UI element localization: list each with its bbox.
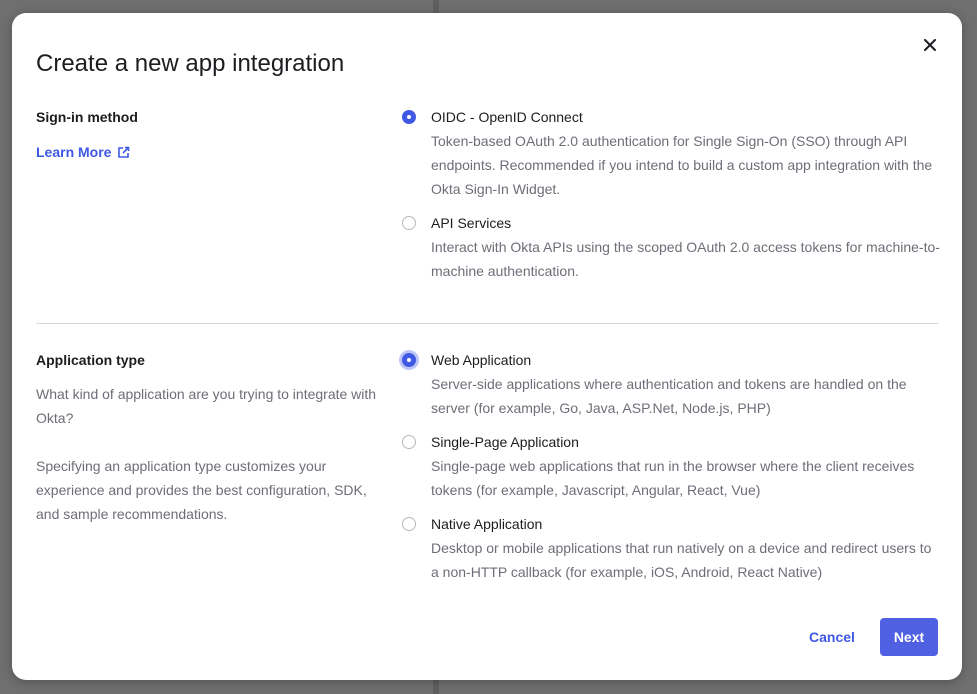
option-description-single-page-application: Single-page web applications that run in… — [431, 458, 915, 498]
close-button[interactable] — [918, 33, 942, 57]
option-description-web-application: Server-side applications where authentic… — [431, 376, 907, 416]
option-description-native-application: Desktop or mobile applications that run … — [431, 540, 932, 580]
sign-in-method-label: Sign-in method — [36, 109, 138, 125]
option-title-native-application: Native Application — [431, 516, 543, 532]
cancel-button[interactable]: Cancel — [797, 618, 867, 656]
learn-more-label: Learn More — [36, 144, 112, 160]
option-title-api-services: API Services — [431, 215, 512, 231]
option-title-web-application: Web Application — [431, 352, 532, 368]
radio-button-api-services[interactable] — [402, 216, 416, 230]
section-divider — [36, 323, 938, 324]
option-description-oidc: Token-based OAuth 2.0 authentication for… — [431, 133, 933, 197]
application-type-label: Application type — [36, 352, 145, 368]
application-type-help-1: What kind of application are you trying … — [36, 386, 377, 426]
dialog-title: Create a new app integration — [36, 50, 345, 77]
learn-more-link[interactable]: Learn More — [36, 142, 130, 162]
option-title-single-page-application: Single-Page Application — [431, 434, 579, 450]
radio-button-single-page-application[interactable] — [402, 435, 416, 449]
radio-button-web-application[interactable] — [402, 353, 416, 367]
create-app-integration-dialog: Create a new app integration Sign-in met… — [12, 13, 962, 680]
close-icon — [924, 39, 936, 51]
external-link-icon — [118, 146, 130, 158]
radio-button-native-application[interactable] — [402, 517, 416, 531]
option-description-api-services: Interact with Okta APIs using the scoped… — [431, 239, 940, 279]
next-button[interactable]: Next — [880, 618, 938, 656]
application-type-help-2: Specifying an application type customize… — [36, 458, 367, 522]
option-title-oidc: OIDC - OpenID Connect — [431, 109, 583, 125]
radio-button-oidc[interactable] — [402, 110, 416, 124]
